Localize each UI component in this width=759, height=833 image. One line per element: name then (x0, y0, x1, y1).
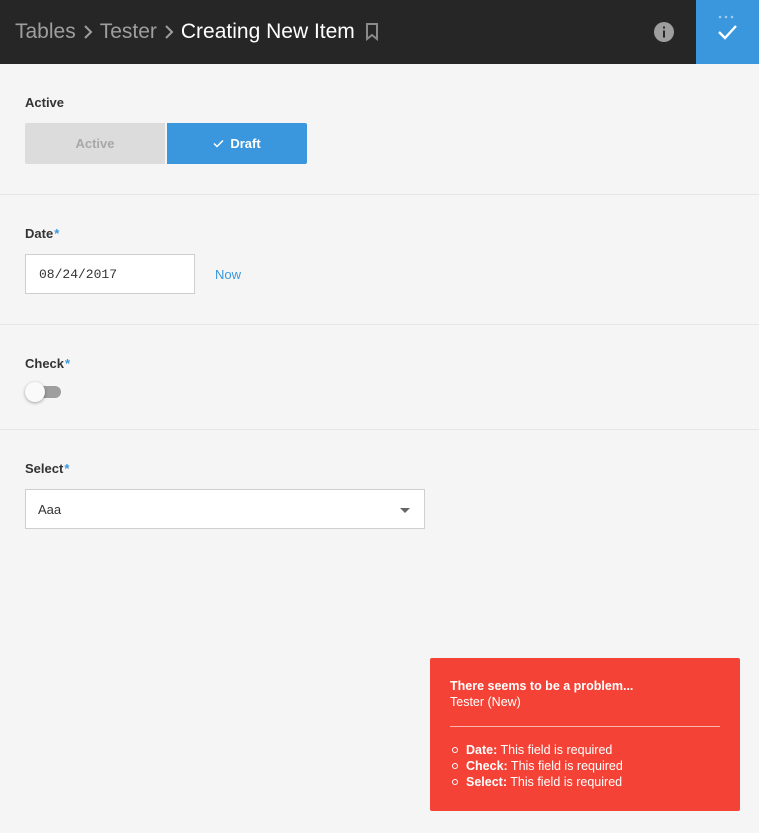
required-mark: * (65, 356, 71, 371)
page-title: Creating New Item (180, 20, 355, 43)
bookmark-icon[interactable] (365, 23, 379, 41)
error-field: Check: (466, 759, 508, 773)
chevron-right-icon (83, 25, 93, 39)
info-icon[interactable] (653, 21, 675, 43)
required-mark: * (64, 461, 70, 476)
error-list: Date: This field is required Check: This… (450, 742, 720, 790)
error-item: Date: This field is required (450, 742, 720, 758)
status-label: Active (25, 95, 65, 110)
date-label-text: Date (25, 226, 54, 241)
breadcrumb: Tables Tester Creating New Item (15, 0, 379, 64)
status-option-draft-label: Draft (230, 136, 261, 151)
breadcrumb-tester[interactable]: Tester (100, 20, 157, 44)
check-icon (716, 21, 738, 48)
chevron-right-icon (164, 25, 174, 39)
date-input[interactable]: 08/24/2017 (25, 254, 195, 294)
check-icon (213, 139, 224, 148)
date-input-value: 08/24/2017 (39, 266, 118, 282)
select-label: Select* (25, 461, 69, 476)
check-label: Check* (25, 356, 70, 371)
date-label: Date* (25, 226, 59, 241)
check-toggle-thumb[interactable] (25, 382, 45, 402)
check-label-text: Check (25, 356, 65, 371)
error-item: Check: This field is required (450, 758, 720, 774)
error-divider (450, 726, 720, 727)
error-field: Select: (466, 775, 507, 789)
error-item: Select: This field is required (450, 774, 720, 790)
select-dropdown[interactable]: Aaa (25, 489, 425, 529)
error-subtitle: Tester (New) (450, 695, 521, 709)
breadcrumb-tables[interactable]: Tables (15, 20, 76, 44)
error-message: This field is required (497, 743, 613, 757)
now-link[interactable]: Now (215, 267, 241, 282)
error-message: This field is required (507, 775, 623, 789)
divider (0, 194, 759, 195)
top-bar: Tables Tester Creating New Item (0, 0, 759, 64)
caret-down-icon (400, 508, 410, 513)
error-notification: There seems to be a problem... Tester (N… (430, 658, 740, 811)
status-option-active[interactable]: Active (25, 123, 165, 164)
divider (0, 429, 759, 430)
save-button[interactable] (696, 0, 759, 64)
select-label-text: Select (25, 461, 64, 476)
error-message: This field is required (507, 759, 623, 773)
status-option-draft[interactable]: Draft (167, 123, 307, 164)
divider (0, 324, 759, 325)
select-value: Aaa (38, 501, 62, 517)
error-field: Date: (466, 743, 498, 757)
required-mark: * (54, 226, 60, 241)
status-option-active-label: Active (75, 136, 115, 151)
error-title: There seems to be a problem... (450, 679, 634, 693)
